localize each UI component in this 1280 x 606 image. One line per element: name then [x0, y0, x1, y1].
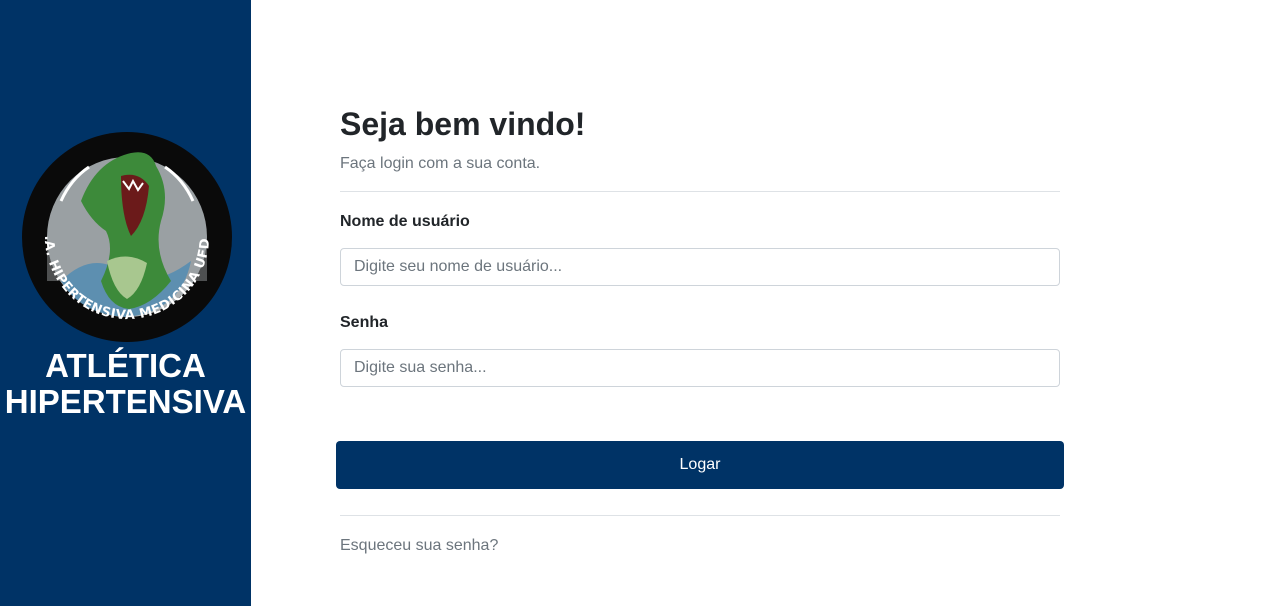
username-field[interactable] — [340, 248, 1060, 286]
username-label: Nome de usuário — [340, 213, 470, 230]
club-logo: A.A.A. HIPERTENSIVA MEDICINA UFDPAR — [21, 131, 232, 342]
login-page: A.A.A. HIPERTENSIVA MEDICINA UFDPAR ATLÉ… — [0, 0, 1280, 606]
brand-line-2: HIPERTENSIVA — [4, 383, 247, 420]
forgot-password-link[interactable]: Esqueceu sua senha? — [340, 537, 498, 555]
brand-line-1: ATLÉTICA — [45, 347, 206, 384]
page-title: Seja bem vindo! — [340, 106, 586, 142]
password-label: Senha — [340, 314, 389, 331]
divider-top — [340, 191, 1060, 192]
page-subtitle: Faça login com a sua conta. — [340, 155, 541, 172]
login-button[interactable]: Logar — [336, 441, 1064, 489]
divider-bottom — [340, 515, 1060, 516]
password-field[interactable] — [340, 349, 1060, 387]
brand-sidebar: A.A.A. HIPERTENSIVA MEDICINA UFDPAR ATLÉ… — [0, 0, 251, 606]
brand-name: ATLÉTICA HIPERTENSIVA — [0, 348, 251, 420]
